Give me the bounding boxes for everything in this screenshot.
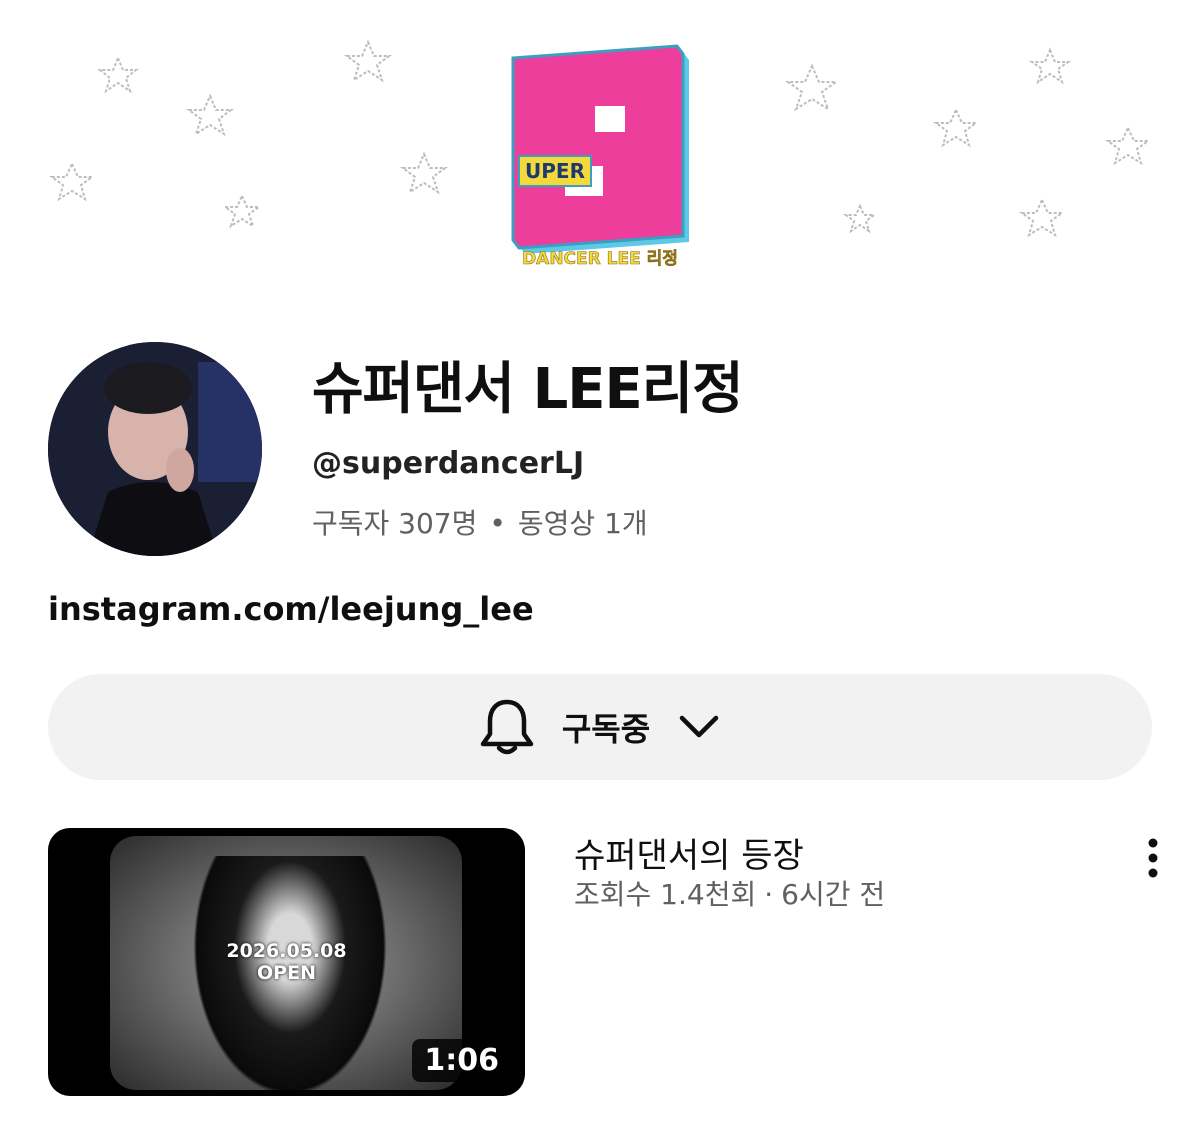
logo-bottom-text: DANCER LEE 리정 <box>522 249 678 269</box>
channel-stats: 구독자 307명 • 동영상 1개 <box>312 502 648 542</box>
channel-handle: @superdancerLJ <box>312 446 585 481</box>
subscriber-count: 구독자 307명 <box>312 507 478 540</box>
video-views: 조회수 1.4천회 <box>574 878 757 911</box>
video-title[interactable]: 슈퍼댄서의 등장 <box>574 828 804 877</box>
chevron-down-icon <box>679 715 719 738</box>
video-meta: 조회수 1.4천회 · 6시간 전 <box>574 873 885 913</box>
more-vert-icon[interactable] <box>1138 836 1168 880</box>
thumbnail-open: OPEN <box>257 962 316 984</box>
video-meta-separator: · <box>764 878 774 911</box>
logo-small-text: UPER <box>525 159 585 183</box>
bell-icon <box>480 699 534 755</box>
channel-avatar[interactable] <box>48 342 262 556</box>
avatar-portrait <box>48 342 262 556</box>
video-thumbnail[interactable]: 2026.05.08 OPEN 1:06 <box>48 828 525 1096</box>
channel-banner: UPER DANCER LEE 리정 <box>0 0 1200 300</box>
stats-separator: • <box>489 507 506 540</box>
subscribed-label: 구독중 <box>561 710 651 748</box>
channel-logo: UPER DANCER LEE 리정 <box>511 44 689 269</box>
channel-link[interactable]: instagram.com/leejung_lee <box>48 590 534 628</box>
video-age: 6시간 전 <box>781 878 886 911</box>
channel-name: 슈퍼댄서 LEE리정 <box>312 357 744 422</box>
thumbnail-date: 2026.05.08 <box>226 940 347 962</box>
video-count: 동영상 1개 <box>517 507 648 540</box>
subscribed-button[interactable]: 구독중 <box>48 674 1152 780</box>
thumbnail-caption: 2026.05.08 OPEN <box>48 940 525 984</box>
video-duration: 1:06 <box>412 1039 511 1082</box>
